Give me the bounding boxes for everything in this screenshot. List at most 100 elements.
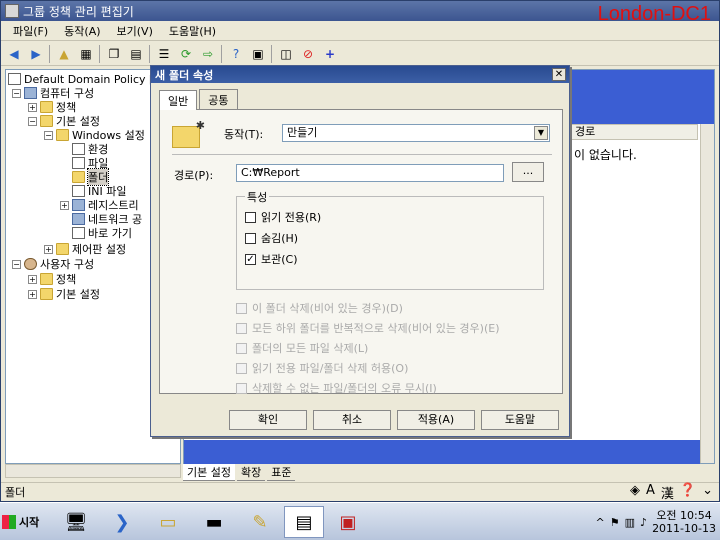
dialog-close-button[interactable]: ✕	[552, 68, 566, 81]
tab-extended[interactable]: 확장	[236, 464, 266, 481]
path-input[interactable]: C:₩Report	[236, 164, 504, 182]
help-icon[interactable]: ?	[227, 45, 245, 63]
server-manager-icon[interactable]: 🖥	[56, 506, 96, 538]
tree-item-prefs[interactable]: − 기본 설정	[28, 114, 100, 128]
menu-help[interactable]: 도움말(H)	[161, 23, 224, 39]
recursive-delete-subfolders-checkbox[interactable]: 모든 하위 폴더를 반복적으로 삭제(비어 있는 경우)(E)	[236, 320, 500, 336]
tree-item-registry[interactable]: + 레지스트리	[60, 198, 139, 212]
collapse-icon[interactable]: −	[12, 259, 21, 269]
network-icon[interactable]: ▥	[625, 516, 635, 529]
expand-icon[interactable]: +	[28, 274, 37, 284]
taskbar: 시작 🖥 ❯ ▭ ▬ ✎ ▤ ▣ ^ ⚑ ▥ ♪ 오전 10:54 2011-1…	[0, 502, 720, 540]
powershell-icon[interactable]: ❯	[102, 506, 142, 538]
tree-item-files[interactable]: 파일	[72, 156, 108, 170]
notepad-icon[interactable]: ✎	[240, 506, 280, 538]
copy-icon[interactable]: ❐	[105, 45, 123, 63]
help-button[interactable]: 도움말	[481, 410, 559, 430]
action-select[interactable]: 만들기 ▼	[282, 124, 550, 142]
tree-item-user-policies[interactable]: + 정책	[28, 272, 76, 286]
hanja-label[interactable]: 漢	[661, 483, 674, 502]
tree-item-ini-files[interactable]: INI 파일	[72, 184, 126, 198]
properties-icon[interactable]: ▣	[249, 45, 267, 63]
tab-general[interactable]: 일반	[159, 90, 198, 110]
toolbox-icon[interactable]: ▣	[328, 506, 368, 538]
folder-icon	[72, 171, 85, 183]
menu-action[interactable]: 동작(A)	[56, 23, 108, 39]
clock[interactable]: 오전 10:54 2011-10-13	[652, 509, 716, 535]
collapse-icon[interactable]: −	[28, 116, 37, 126]
archive-checkbox[interactable]: ✓ 보관(C)	[245, 251, 298, 267]
browse-button[interactable]: ...	[512, 162, 544, 182]
checkbox-box[interactable]	[236, 382, 247, 394]
language-icon[interactable]: ◈	[630, 483, 640, 502]
checkbox-box[interactable]	[245, 211, 256, 223]
tree-item-network-shares[interactable]: 네트워크 공	[72, 212, 142, 226]
tree-item-windows-settings[interactable]: − Windows 설정	[44, 128, 145, 142]
start-button[interactable]: 시작	[2, 511, 46, 533]
tree-item-user-prefs[interactable]: + 기본 설정	[28, 287, 100, 301]
refresh-icon[interactable]: ⟳	[177, 45, 195, 63]
tree-item-computer-config[interactable]: − 컴퓨터 구성	[12, 86, 94, 100]
tree-horizontal-scrollbar[interactable]	[5, 464, 181, 478]
back-arrow-icon[interactable]: ◀	[5, 45, 23, 63]
options-icon[interactable]: ⌄	[702, 483, 713, 502]
tree-item-policies[interactable]: + 정책	[28, 100, 76, 114]
readonly-checkbox[interactable]: 읽기 전용(R)	[245, 209, 321, 225]
ok-button[interactable]: 확인	[229, 410, 307, 430]
menu-file[interactable]: 파일(F)	[5, 23, 56, 39]
cmd-icon[interactable]: ▬	[194, 506, 234, 538]
export-icon[interactable]: ⇨	[199, 45, 217, 63]
cancel-button[interactable]: 취소	[313, 410, 391, 430]
menu-view[interactable]: 보기(V)	[109, 23, 161, 39]
new-item-icon[interactable]: ◫	[277, 45, 295, 63]
delete-folder-if-empty-checkbox[interactable]: 이 폴더 삭제(비어 있는 경우)(D)	[236, 300, 403, 316]
tab-common[interactable]: 공통	[199, 89, 238, 109]
forward-arrow-icon[interactable]: ▶	[27, 45, 45, 63]
explorer-icon[interactable]: ▭	[148, 506, 188, 538]
korean-a-label[interactable]: A	[646, 483, 655, 502]
checkbox-box[interactable]	[236, 322, 247, 334]
add-icon[interactable]: +	[321, 45, 339, 63]
chevron-down-icon[interactable]: ▼	[534, 126, 548, 140]
ignore-errors-checkbox[interactable]: 삭제할 수 없는 파일/폴더의 오류 무시(I)	[236, 380, 437, 396]
tab-standard[interactable]: 표준	[267, 464, 296, 481]
apply-button[interactable]: 적용(A)	[397, 410, 475, 430]
show-hidden-icons-chevron-icon[interactable]: ^	[596, 516, 605, 529]
tab-preferences[interactable]: 기본 설정	[183, 463, 235, 481]
checkbox-box[interactable]	[236, 362, 247, 374]
delete-icon[interactable]: ⊘	[299, 45, 317, 63]
tree-item-control-panel[interactable]: + 제어판 설정	[44, 242, 126, 256]
collapse-icon[interactable]: −	[12, 88, 21, 98]
gpmc-icon[interactable]: ▤	[284, 506, 324, 538]
title-bar[interactable]: 그룹 정책 관리 편집기 London-DC1	[1, 1, 719, 25]
flag-icon[interactable]: ⚑	[610, 516, 620, 529]
dialog-title-bar[interactable]: 새 폴더 속성	[151, 66, 569, 83]
tree-item-folders[interactable]: 폴더	[72, 168, 110, 186]
expand-icon[interactable]: +	[28, 289, 37, 299]
up-folder-icon[interactable]: ▲	[55, 45, 73, 63]
checkbox-box[interactable]	[245, 232, 256, 244]
collapse-icon[interactable]: −	[44, 130, 53, 140]
tree-label: Default Domain Policy [I	[24, 72, 157, 86]
tree-item-environment[interactable]: 환경	[72, 142, 108, 156]
volume-muted-icon[interactable]: ♪	[640, 516, 647, 529]
details-vertical-scrollbar[interactable]	[700, 124, 714, 463]
expand-icon[interactable]: +	[28, 102, 37, 112]
console-tree-icon[interactable]: ▦	[77, 45, 95, 63]
help-icon[interactable]: ❓	[680, 483, 696, 502]
hidden-checkbox[interactable]: 숨김(H)	[245, 230, 298, 246]
paste-icon[interactable]: ▤	[127, 45, 145, 63]
tree-item-shortcuts[interactable]: 바로 가기	[72, 226, 132, 240]
tree-item-policy[interactable]: Default Domain Policy [I	[8, 72, 157, 86]
checkbox-box[interactable]	[236, 302, 247, 314]
tree-item-user-config[interactable]: − 사용자 구성	[12, 257, 94, 271]
list-view-icon[interactable]: ☰	[155, 45, 173, 63]
checkbox-box-checked[interactable]: ✓	[245, 253, 256, 265]
expand-icon[interactable]: +	[60, 200, 69, 210]
column-header-path[interactable]: 경로	[570, 124, 698, 140]
delete-all-files-checkbox[interactable]: 폴더의 모든 파일 삭제(L)	[236, 340, 368, 356]
allow-delete-readonly-checkbox[interactable]: 읽기 전용 파일/폴더 삭제 허용(O)	[236, 360, 408, 376]
expand-icon[interactable]: +	[44, 244, 53, 254]
checkbox-label: 숨김(H)	[261, 232, 299, 245]
checkbox-box[interactable]	[236, 342, 247, 354]
